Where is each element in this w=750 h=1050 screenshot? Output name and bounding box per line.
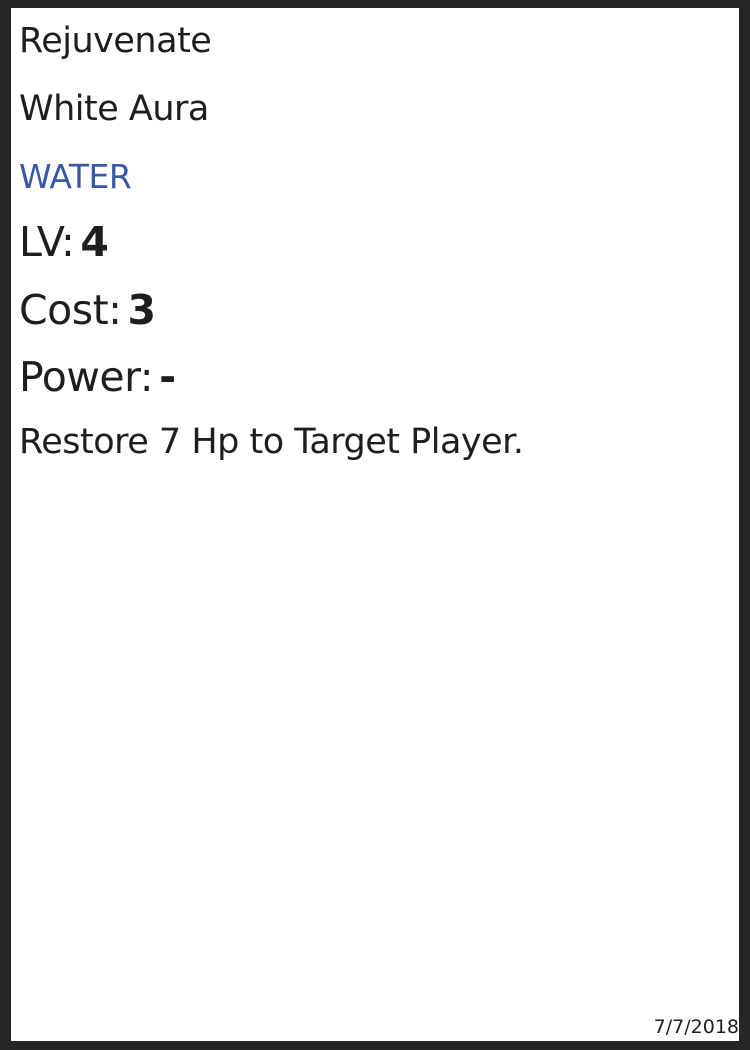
level-row: LV: 4 (19, 222, 109, 263)
level-value: 4 (80, 218, 109, 266)
card-element: WATER (19, 157, 132, 196)
card: Rejuvenate White Aura WATER LV: 4 Cost: 3 … (0, 0, 750, 1050)
power-label: Power: (19, 353, 154, 401)
power-value: - (159, 353, 176, 401)
cost-row: Cost: 3 (19, 290, 156, 331)
cost-value: 3 (127, 286, 156, 334)
card-subtype: White Aura (19, 89, 209, 129)
level-label: LV: (19, 218, 75, 266)
power-row: Power: - (19, 357, 176, 398)
cost-label: Cost: (19, 286, 122, 334)
card-date: 7/7/2018 (653, 1016, 739, 1038)
card-effect-text: Restore 7 Hp to Target Player. (19, 422, 524, 462)
card-name: Rejuvenate (19, 21, 212, 61)
